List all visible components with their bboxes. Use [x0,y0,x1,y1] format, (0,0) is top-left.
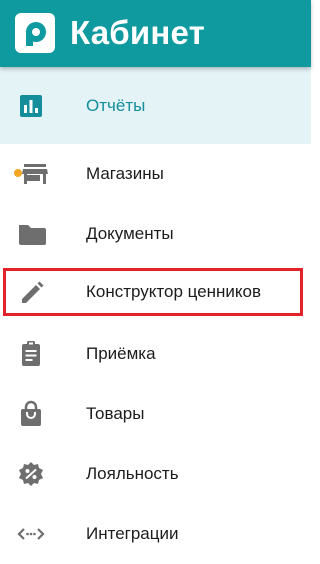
menu-item-integrations[interactable]: Интеграции [0,504,311,564]
clipboard-icon [13,339,49,369]
menu-item-label: Документы [86,224,174,243]
sidebar-menu: Отчёты Магазины Документы Конструктор це… [0,67,311,564]
menu-item-label: Отчёты [86,95,146,115]
pencil-icon [13,277,49,307]
code-brackets-icon [13,519,49,549]
menu-item-documents[interactable]: Документы [0,204,311,264]
shopping-bag-icon [13,399,49,429]
menu-item-label: Интеграции [86,524,179,543]
menu-item-reports[interactable]: Отчёты [0,67,311,144]
menu-item-label: Товары [86,404,145,423]
menu-item-price-tag-builder[interactable]: Конструктор ценников [0,264,311,324]
menu-item-label: Лояльность [86,464,179,483]
folder-icon [13,219,49,249]
menu-item-label: Магазины [86,164,164,183]
app-title: Кабинет [70,14,205,51]
menu-item-stores[interactable]: Магазины [0,144,311,204]
discount-badge-icon [13,459,49,489]
menu-item-label: Конструктор ценников [86,282,262,301]
menu-item-label: Приёмка [86,344,156,363]
bar-chart-icon [13,91,49,121]
menu-item-loyalty[interactable]: Лояльность [0,444,311,504]
menu-item-receiving[interactable]: Приёмка [0,324,311,384]
brand-p-logo-icon[interactable] [15,13,55,53]
store-icon [13,159,49,189]
app-header: Кабинет [0,0,311,67]
menu-item-products[interactable]: Товары [0,384,311,444]
